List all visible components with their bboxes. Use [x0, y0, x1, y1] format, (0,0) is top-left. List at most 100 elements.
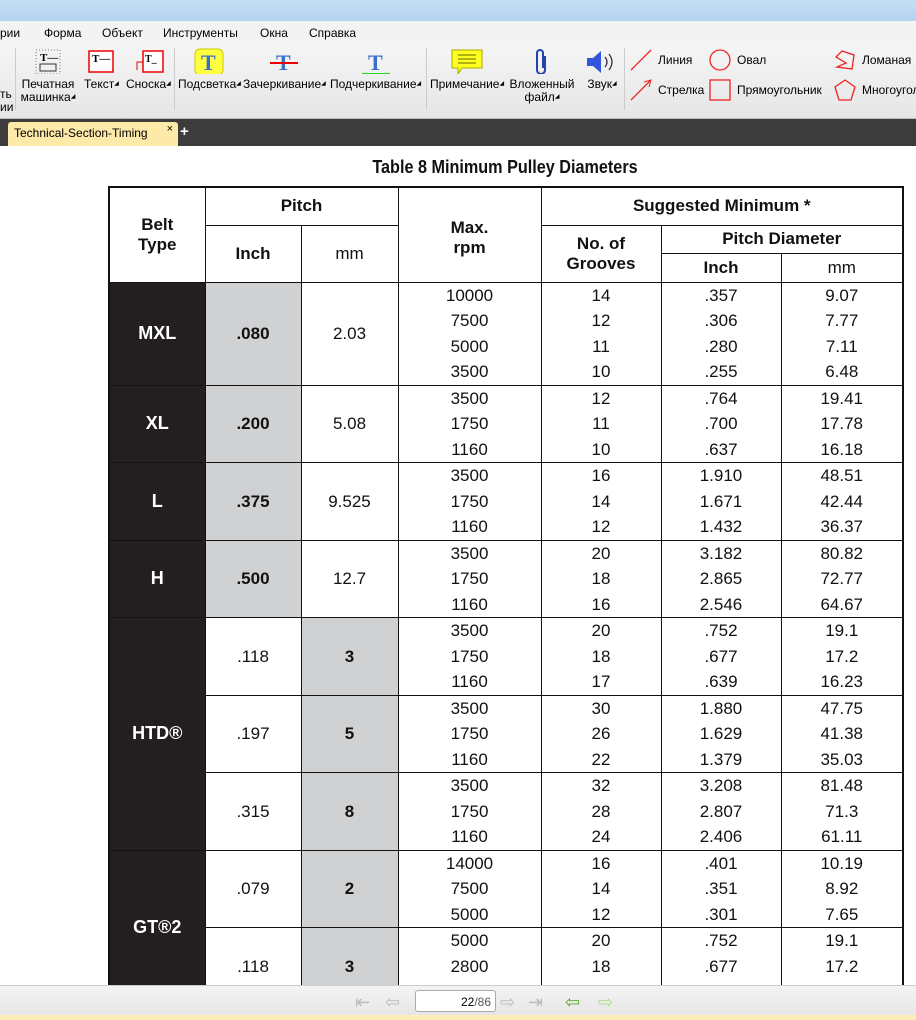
cut-tool[interactable]: ть ии [0, 88, 13, 114]
grooves-cell: 32 [540, 772, 662, 799]
pitch-inch-cell: .375 [204, 462, 302, 540]
table-row: GT®2.079 2 14000 16.401 10.19 [108, 849, 904, 985]
polyline-tool[interactable]: Ломаная [834, 49, 911, 71]
text-button[interactable]: T— Текст◢ [84, 48, 119, 91]
menu-bar: рии Форма Объект Инструменты Окна Справк… [0, 21, 916, 44]
pd-mm-cell: 17.2 [780, 643, 904, 669]
next-view-icon[interactable]: ⇨ [598, 992, 613, 1013]
belt-type-cell: HTD® [108, 617, 206, 850]
max-rpm-cell: 1750 [397, 798, 542, 824]
typewriter-button[interactable]: T— Печатная машинка◢ [20, 48, 76, 104]
menu-item-object[interactable]: Объект [102, 26, 143, 40]
pd-mm-cell: 16.18 [780, 436, 904, 463]
grooves-cell: 14 [540, 876, 662, 902]
max-rpm-cell: 14000 [397, 849, 542, 876]
pitch-inch-cell: .315 [204, 772, 302, 850]
grooves-cell: 18 [540, 953, 662, 979]
menu-item-windows[interactable]: Окна [260, 26, 288, 40]
grooves-cell: 16 [540, 462, 662, 489]
pd-inch-cell: 3.208 [660, 772, 782, 799]
pd-mm-cell: 41.38 [780, 721, 904, 747]
pd-inch-cell: 2.546 [660, 591, 782, 618]
oval-icon [709, 49, 731, 71]
underline-button[interactable]: T Подчеркивание◢ [330, 48, 421, 91]
pd-mm-cell: 19.41 [780, 384, 904, 411]
grooves-cell: 18 [540, 566, 662, 592]
grooves-cell: 16 [540, 849, 662, 876]
menu-item-help[interactable]: Справка [309, 26, 356, 40]
grooves-cell: 14 [540, 488, 662, 514]
polyline-label: Ломаная [862, 53, 912, 67]
pd-inch-cell: .255 [660, 359, 782, 385]
pitch-mm-cell: 5.08 [300, 384, 399, 463]
pd-inch-cell: 2.406 [660, 824, 782, 850]
next-page-icon[interactable]: ⇨ [500, 992, 515, 1013]
tab-document[interactable]: Technical-Section-Timing × [8, 122, 178, 146]
tab-label: Technical-Section-Timing [14, 126, 148, 140]
belt-type-cell: H [108, 539, 206, 618]
grooves-cell: 11 [540, 411, 662, 437]
max-rpm-cell: 1750 [397, 643, 542, 669]
rectangle-tool[interactable]: Прямоугольник [709, 79, 822, 101]
cut-label: ть [0, 87, 12, 101]
previous-page-icon[interactable]: ⇦ [385, 992, 400, 1013]
strikeout-button[interactable]: T Зачеркивание◢ [243, 48, 326, 91]
text-box-icon: T— [88, 50, 115, 73]
page-number-input[interactable]: 22/86 [415, 990, 496, 1012]
header-pd-mm: mm [780, 252, 904, 283]
status-strip [0, 1015, 916, 1020]
pd-inch-cell: .677 [660, 643, 782, 669]
max-rpm-cell: 1160 [397, 746, 542, 773]
document-view[interactable]: Table 8 Minimum Pulley Diameters Belt Ty… [0, 146, 916, 985]
pd-mm-cell: 8.92 [780, 876, 904, 902]
grooves-cell: 14 [540, 281, 662, 308]
table-title: Table 8 Minimum Pulley Diameters [372, 157, 638, 177]
table-row: L .375 9.525 3500 16 1.910 48.51 [108, 462, 904, 540]
grooves-cell: 17 [540, 669, 662, 695]
pd-mm-cell: 17.78 [780, 411, 904, 437]
menu-item-form[interactable]: Форма [44, 26, 81, 40]
line-label: Линия [658, 53, 693, 67]
header-pitch: Pitch [204, 186, 399, 226]
pd-mm-cell: 47.75 [780, 694, 904, 721]
attachment-button[interactable]: Вложенный файл◢ [508, 48, 576, 104]
strikeout-icon: T [270, 50, 299, 74]
max-rpm-cell: 5000 [397, 901, 542, 928]
max-rpm-cell: 3500 [397, 384, 542, 411]
grooves-cell: 30 [540, 694, 662, 721]
pitch-mm-cell: 2.03 [300, 281, 399, 385]
first-page-icon[interactable]: ⇤ [355, 992, 370, 1013]
note-button[interactable]: Примечание◢ [430, 48, 504, 91]
polygon-tool[interactable]: Многоугол [834, 79, 916, 101]
highlight-button[interactable]: T Подсветка◢ [178, 48, 241, 91]
header-grooves: No. of Grooves [540, 224, 662, 283]
sound-button[interactable]: Звук◢ [585, 48, 619, 91]
pd-inch-cell: .700 [660, 411, 782, 437]
pitch-inch-cell: .197 [204, 694, 302, 773]
menu-item-cut[interactable]: рии [0, 26, 20, 40]
arrow-tool[interactable]: Стрелка [630, 79, 704, 101]
last-page-icon[interactable]: ⇥ [528, 992, 543, 1013]
pd-mm-cell: 10.19 [780, 849, 904, 876]
pd-inch-cell: .306 [660, 308, 782, 334]
previous-view-icon[interactable]: ⇦ [565, 992, 580, 1013]
pd-inch-cell: .752 [660, 927, 782, 954]
polygon-icon [834, 79, 856, 101]
menu-item-tools[interactable]: Инструменты [163, 26, 238, 40]
pitch-inch-cell: .118 [204, 617, 302, 695]
table-row: .315 8 3500 32 3.208 81.48 [109, 772, 904, 850]
pd-inch-cell: 3.182 [660, 539, 782, 566]
callout-button[interactable]: T_ Сноска◢ [126, 48, 171, 91]
sound-label: Звук [587, 77, 612, 91]
oval-tool[interactable]: Овал [709, 49, 766, 71]
pd-mm-cell: 16.23 [780, 669, 904, 695]
max-rpm-cell: 1750 [397, 566, 542, 592]
table-row: .197 5 3500 30 1.880 47.75 [109, 694, 904, 773]
header-pitch-mm: mm [300, 224, 399, 283]
pd-mm-cell: 6.48 [780, 359, 904, 385]
paperclip-icon [536, 49, 546, 74]
add-tab-button[interactable]: + [180, 123, 189, 140]
line-tool[interactable]: Линия [630, 49, 692, 71]
note-label: Примечание [430, 77, 500, 91]
close-tab-icon[interactable]: × [167, 123, 173, 135]
